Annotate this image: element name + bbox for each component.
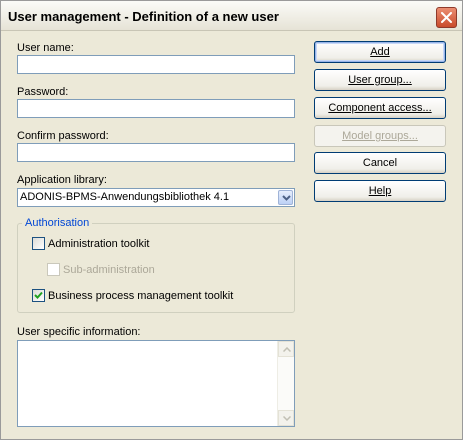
component-access-button[interactable]: Component access...: [314, 97, 446, 119]
close-x-icon: [441, 12, 452, 23]
application-library-label: Application library:: [17, 174, 107, 186]
user-name-input[interactable]: [18, 56, 294, 73]
user-info-textarea[interactable]: [17, 340, 295, 427]
close-button[interactable]: [436, 7, 457, 28]
scroll-down-button[interactable]: [278, 410, 294, 426]
password-field[interactable]: [17, 99, 295, 118]
scroll-up-button[interactable]: [278, 341, 294, 357]
window-title: User management - Definition of a new us…: [8, 9, 279, 24]
bpm-toolkit-label[interactable]: Business process management toolkit: [48, 290, 233, 302]
chevron-down-icon: [282, 195, 291, 201]
user-name-label: User name:: [17, 42, 74, 54]
confirm-password-input[interactable]: [18, 144, 294, 161]
user-info-label: User specific information:: [17, 326, 141, 338]
dialog-window: User management - Definition of a new us…: [0, 0, 463, 440]
scroll-down-arrow-icon: [283, 416, 291, 421]
password-label: Password:: [17, 86, 69, 98]
application-library-value: ADONIS-BPMS-Anwendungsbibliothek 4.1: [20, 191, 230, 203]
sub-administration-checkbox[interactable]: [47, 263, 60, 276]
bpm-toolkit-checkbox[interactable]: [32, 289, 45, 302]
authorisation-group-title: Authorisation: [22, 217, 93, 229]
user-info-scrollbar[interactable]: [277, 341, 294, 426]
password-input[interactable]: [18, 100, 294, 117]
user-name-field[interactable]: [17, 55, 295, 74]
administration-toolkit-label[interactable]: Administration toolkit: [48, 238, 150, 250]
add-button[interactable]: Add: [314, 41, 446, 63]
confirm-password-field[interactable]: [17, 143, 295, 162]
dropdown-button[interactable]: [278, 190, 293, 205]
user-group-button[interactable]: User group...: [314, 69, 446, 91]
administration-toolkit-checkbox[interactable]: [32, 237, 45, 250]
help-button[interactable]: Help: [314, 180, 446, 202]
cancel-button[interactable]: Cancel: [314, 152, 446, 174]
application-library-select[interactable]: ADONIS-BPMS-Anwendungsbibliothek 4.1: [17, 188, 295, 207]
model-groups-button[interactable]: Model groups...: [314, 125, 446, 147]
confirm-password-label: Confirm password:: [17, 130, 109, 142]
sub-administration-label: Sub-administration: [63, 264, 155, 276]
checkmark-icon: [34, 291, 43, 299]
title-bar[interactable]: User management - Definition of a new us…: [1, 1, 462, 31]
scroll-up-arrow-icon: [283, 347, 291, 352]
